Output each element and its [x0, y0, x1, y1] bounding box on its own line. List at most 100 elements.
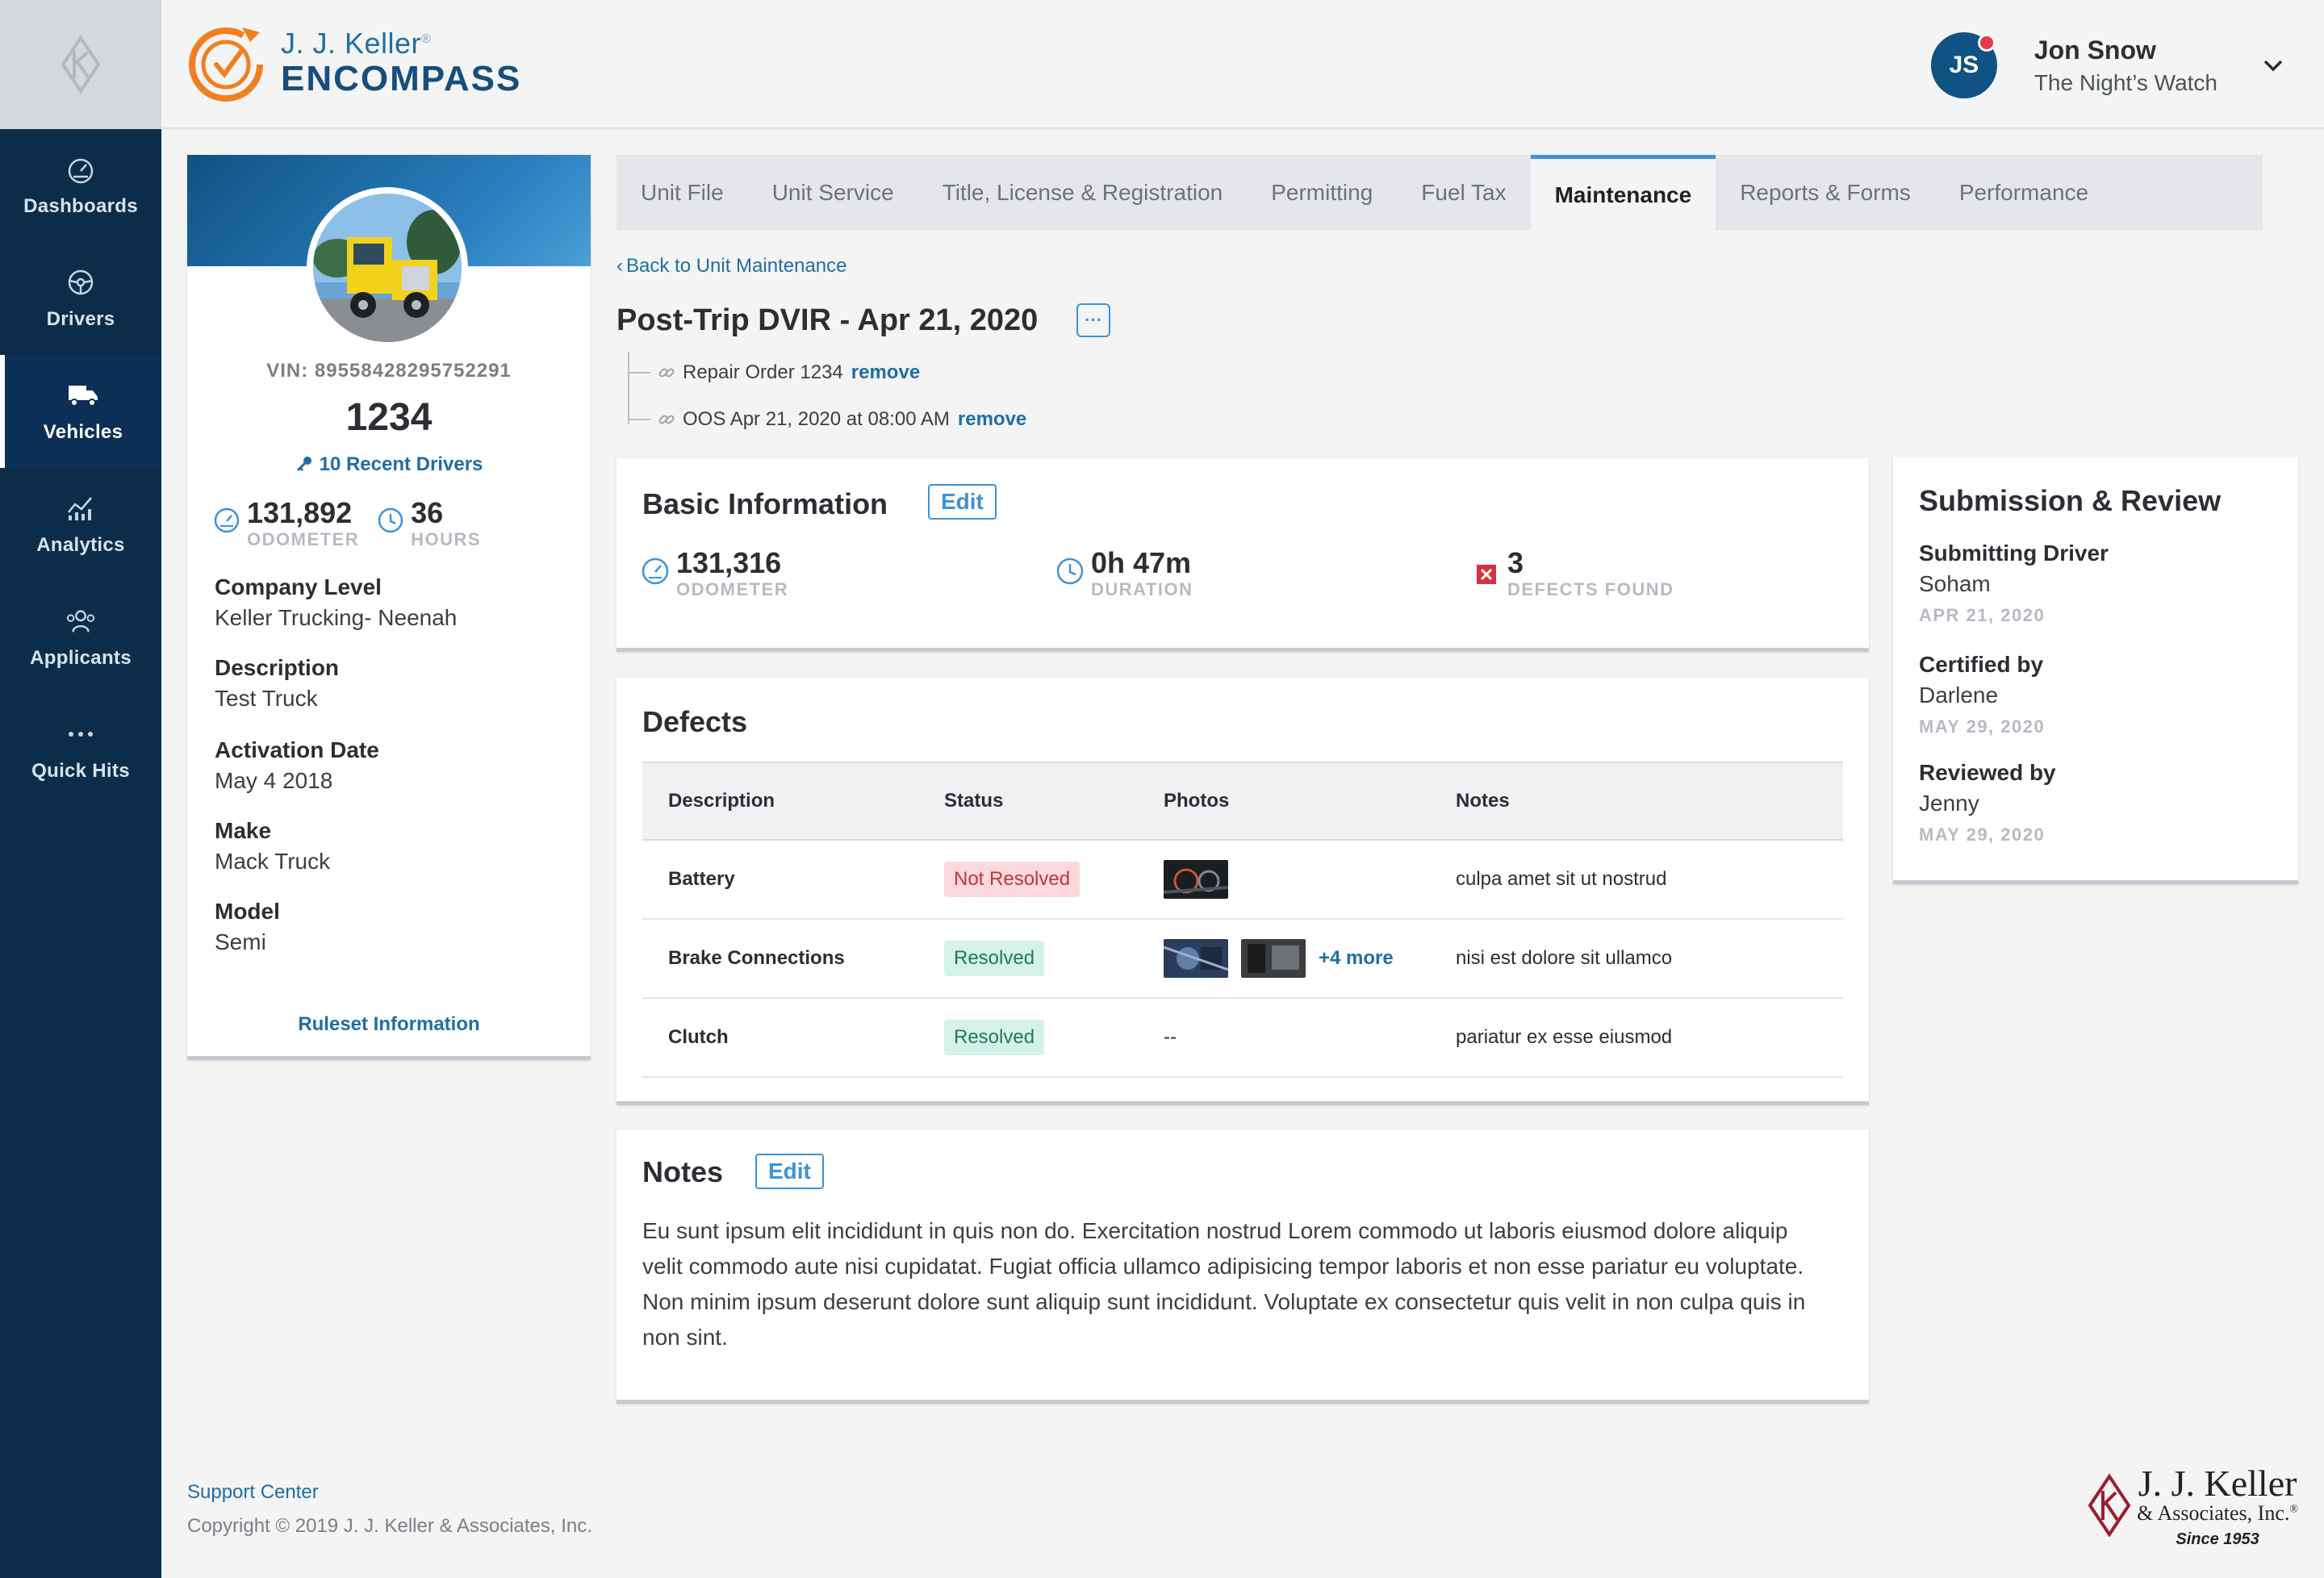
- nav-drivers[interactable]: Drivers: [0, 242, 161, 355]
- column-header[interactable]: Photos: [1164, 790, 1456, 812]
- photo-thumbnail[interactable]: [1241, 939, 1306, 978]
- tab-permitting[interactable]: Permitting: [1247, 155, 1397, 231]
- defect-notes: culpa amet sit ut nostrud: [1456, 868, 1667, 890]
- duration-label: DURATION: [1091, 578, 1193, 599]
- defect-notes: pariatur ex esse eiusmod: [1456, 1026, 1673, 1048]
- nav-vehicles[interactable]: Vehicles: [0, 355, 161, 468]
- status-cell: Resolved: [944, 941, 1164, 976]
- tree-branch: [628, 419, 650, 420]
- column-header[interactable]: Description: [642, 790, 944, 812]
- sidebar-logo[interactable]: [0, 0, 161, 129]
- more-actions-button[interactable]: ···: [1076, 303, 1110, 337]
- logo-line-3: Since 1953: [2176, 1530, 2259, 1548]
- back-to-unit-maintenance-link[interactable]: ‹ Back to Unit Maintenance: [617, 255, 846, 278]
- edit-notes-button[interactable]: Edit: [755, 1154, 824, 1189]
- status-badge: Resolved: [944, 1020, 1045, 1055]
- sub-label: Submitting Driver: [1919, 541, 2109, 566]
- defect-description: Battery: [668, 868, 735, 890]
- recent-drivers-link[interactable]: 10 Recent Drivers: [187, 453, 591, 476]
- tab-unit-file[interactable]: Unit File: [617, 155, 748, 231]
- defect-notes: nisi est dolore sit ullamco: [1456, 947, 1673, 969]
- column-header[interactable]: Notes: [1456, 790, 1843, 812]
- support-center-link[interactable]: Support Center: [187, 1481, 319, 1504]
- remove-repair-order-link[interactable]: remove: [851, 361, 920, 384]
- linked-item-text: Repair Order 1234: [683, 361, 843, 383]
- field-description: Description Test Truck: [215, 655, 339, 712]
- linked-repair-order: Repair Order 1234 remove: [628, 361, 920, 384]
- field-model: Model Semi: [215, 899, 280, 955]
- tab-performance[interactable]: Performance: [1935, 155, 2113, 231]
- registered-mark: ®: [421, 32, 432, 46]
- field-label: Activation Date: [215, 737, 379, 762]
- unit-stats: 131,892 ODOMETER 36 HOURS: [213, 497, 499, 550]
- status-badge: Resolved: [944, 941, 1045, 976]
- defects-metric: 3 DEFECTS FOUND: [1472, 547, 1674, 600]
- nav-label: Dashboards: [23, 195, 138, 217]
- tab-reports-forms[interactable]: Reports & Forms: [1716, 155, 1935, 231]
- odometer-value: 131,892: [247, 496, 353, 529]
- field-label: Make: [215, 818, 272, 843]
- sub-name: Soham: [1919, 571, 1991, 596]
- tab-maintenance[interactable]: Maintenance: [1530, 155, 1716, 231]
- tab-title-license-registration[interactable]: Title, License & Registration: [918, 155, 1248, 231]
- recent-drivers-label: 10 Recent Drivers: [319, 453, 483, 475]
- photos-cell: --: [1164, 1026, 1177, 1048]
- hours-stat: 36 HOURS: [377, 497, 481, 550]
- edit-basic-info-button[interactable]: Edit: [928, 484, 997, 520]
- copyright: Copyright © 2019 J. J. Keller & Associat…: [187, 1515, 592, 1537]
- table-row[interactable]: Brake Connections Resolved +4 more nisi …: [642, 920, 1843, 999]
- chevron-down-icon[interactable]: [2263, 59, 2284, 72]
- nav-label: Drivers: [46, 308, 115, 330]
- unit-number: 1234: [345, 396, 433, 439]
- sub-name: Jenny: [1919, 791, 1979, 816]
- submission-review-card: Submission & Review Submitting Driver So…: [1893, 457, 2298, 884]
- tab-fuel-tax[interactable]: Fuel Tax: [1397, 155, 1530, 231]
- table-row[interactable]: Clutch Resolved -- pariatur ex esse eius…: [642, 999, 1843, 1078]
- logo-text: J. J. Keller & Associates, Inc.® Since 1…: [2137, 1462, 2298, 1549]
- photo-thumbnail[interactable]: [1164, 939, 1228, 978]
- keller-diamond-logo-icon: [61, 35, 101, 94]
- logo-line-2-text: & Associates, Inc.: [2137, 1501, 2290, 1525]
- nav-analytics[interactable]: Analytics: [0, 468, 161, 581]
- nav-quick-hits[interactable]: Quick Hits: [0, 694, 161, 807]
- sub-name: Darlene: [1919, 683, 1999, 708]
- nav-label: Analytics: [36, 534, 125, 556]
- user-menu[interactable]: JS Jon Snow The Night’s Watch: [1930, 32, 2284, 98]
- logo-registered-mark: ®: [2289, 1503, 2298, 1516]
- remove-oos-link[interactable]: remove: [958, 408, 1026, 431]
- nav-applicants[interactable]: Applicants: [0, 581, 161, 694]
- logo-line-1: J. J. Keller: [2138, 1463, 2297, 1504]
- linked-oos: OOS Apr 21, 2020 at 08:00 AM remove: [628, 408, 1026, 431]
- card-title: Submission & Review: [1919, 484, 2222, 517]
- status-cell: Not Resolved: [944, 862, 1164, 897]
- avatar[interactable]: JS: [1930, 32, 1997, 98]
- tab-unit-service[interactable]: Unit Service: [748, 155, 918, 231]
- hours-label: HOURS: [411, 528, 482, 549]
- table-header: Description Status Photos Notes: [642, 762, 1843, 841]
- field-value: Semi: [215, 929, 266, 954]
- column-header[interactable]: Status: [944, 790, 1164, 812]
- dashboard-icon: [65, 153, 97, 186]
- table-row[interactable]: Battery Not Resolved culpa amet sit ut n…: [642, 841, 1843, 920]
- photo-thumbnail[interactable]: [1164, 860, 1228, 899]
- basic-information-card: Basic Information Edit 131,316 ODOMETER …: [617, 458, 1869, 652]
- keller-diamond-icon: [2088, 1473, 2131, 1538]
- product-name: ENCOMPASS: [281, 59, 522, 98]
- card-title: Basic Information: [642, 487, 888, 520]
- field-label: Company Level: [215, 574, 382, 599]
- brand-text: J. J. Keller® ENCOMPASS: [281, 27, 521, 99]
- sidebar: Dashboards Drivers Vehicles Analytics Ap…: [0, 0, 161, 1578]
- nav-dashboards[interactable]: Dashboards: [0, 129, 161, 242]
- status-cell: Resolved: [944, 1020, 1164, 1055]
- steering-wheel-icon: [65, 266, 97, 298]
- encompass-brand[interactable]: J. J. Keller® ENCOMPASS: [186, 18, 521, 108]
- duration-metric: 0h 47m DURATION: [1055, 547, 1193, 600]
- photos-cell: +4 more: [1164, 939, 1456, 978]
- defect-x-icon: [1477, 565, 1496, 584]
- more-photos-link[interactable]: +4 more: [1319, 947, 1394, 970]
- submitting-driver: Submitting Driver Soham APR 21, 2020: [1919, 541, 2109, 626]
- ruleset-information-link[interactable]: Ruleset Information: [187, 1013, 591, 1036]
- card-title: Notes: [642, 1155, 724, 1188]
- certified-by: Certified by Darlene MAY 29, 2020: [1919, 652, 2045, 737]
- unit-tabs: Unit File Unit Service Title, License & …: [617, 155, 2263, 231]
